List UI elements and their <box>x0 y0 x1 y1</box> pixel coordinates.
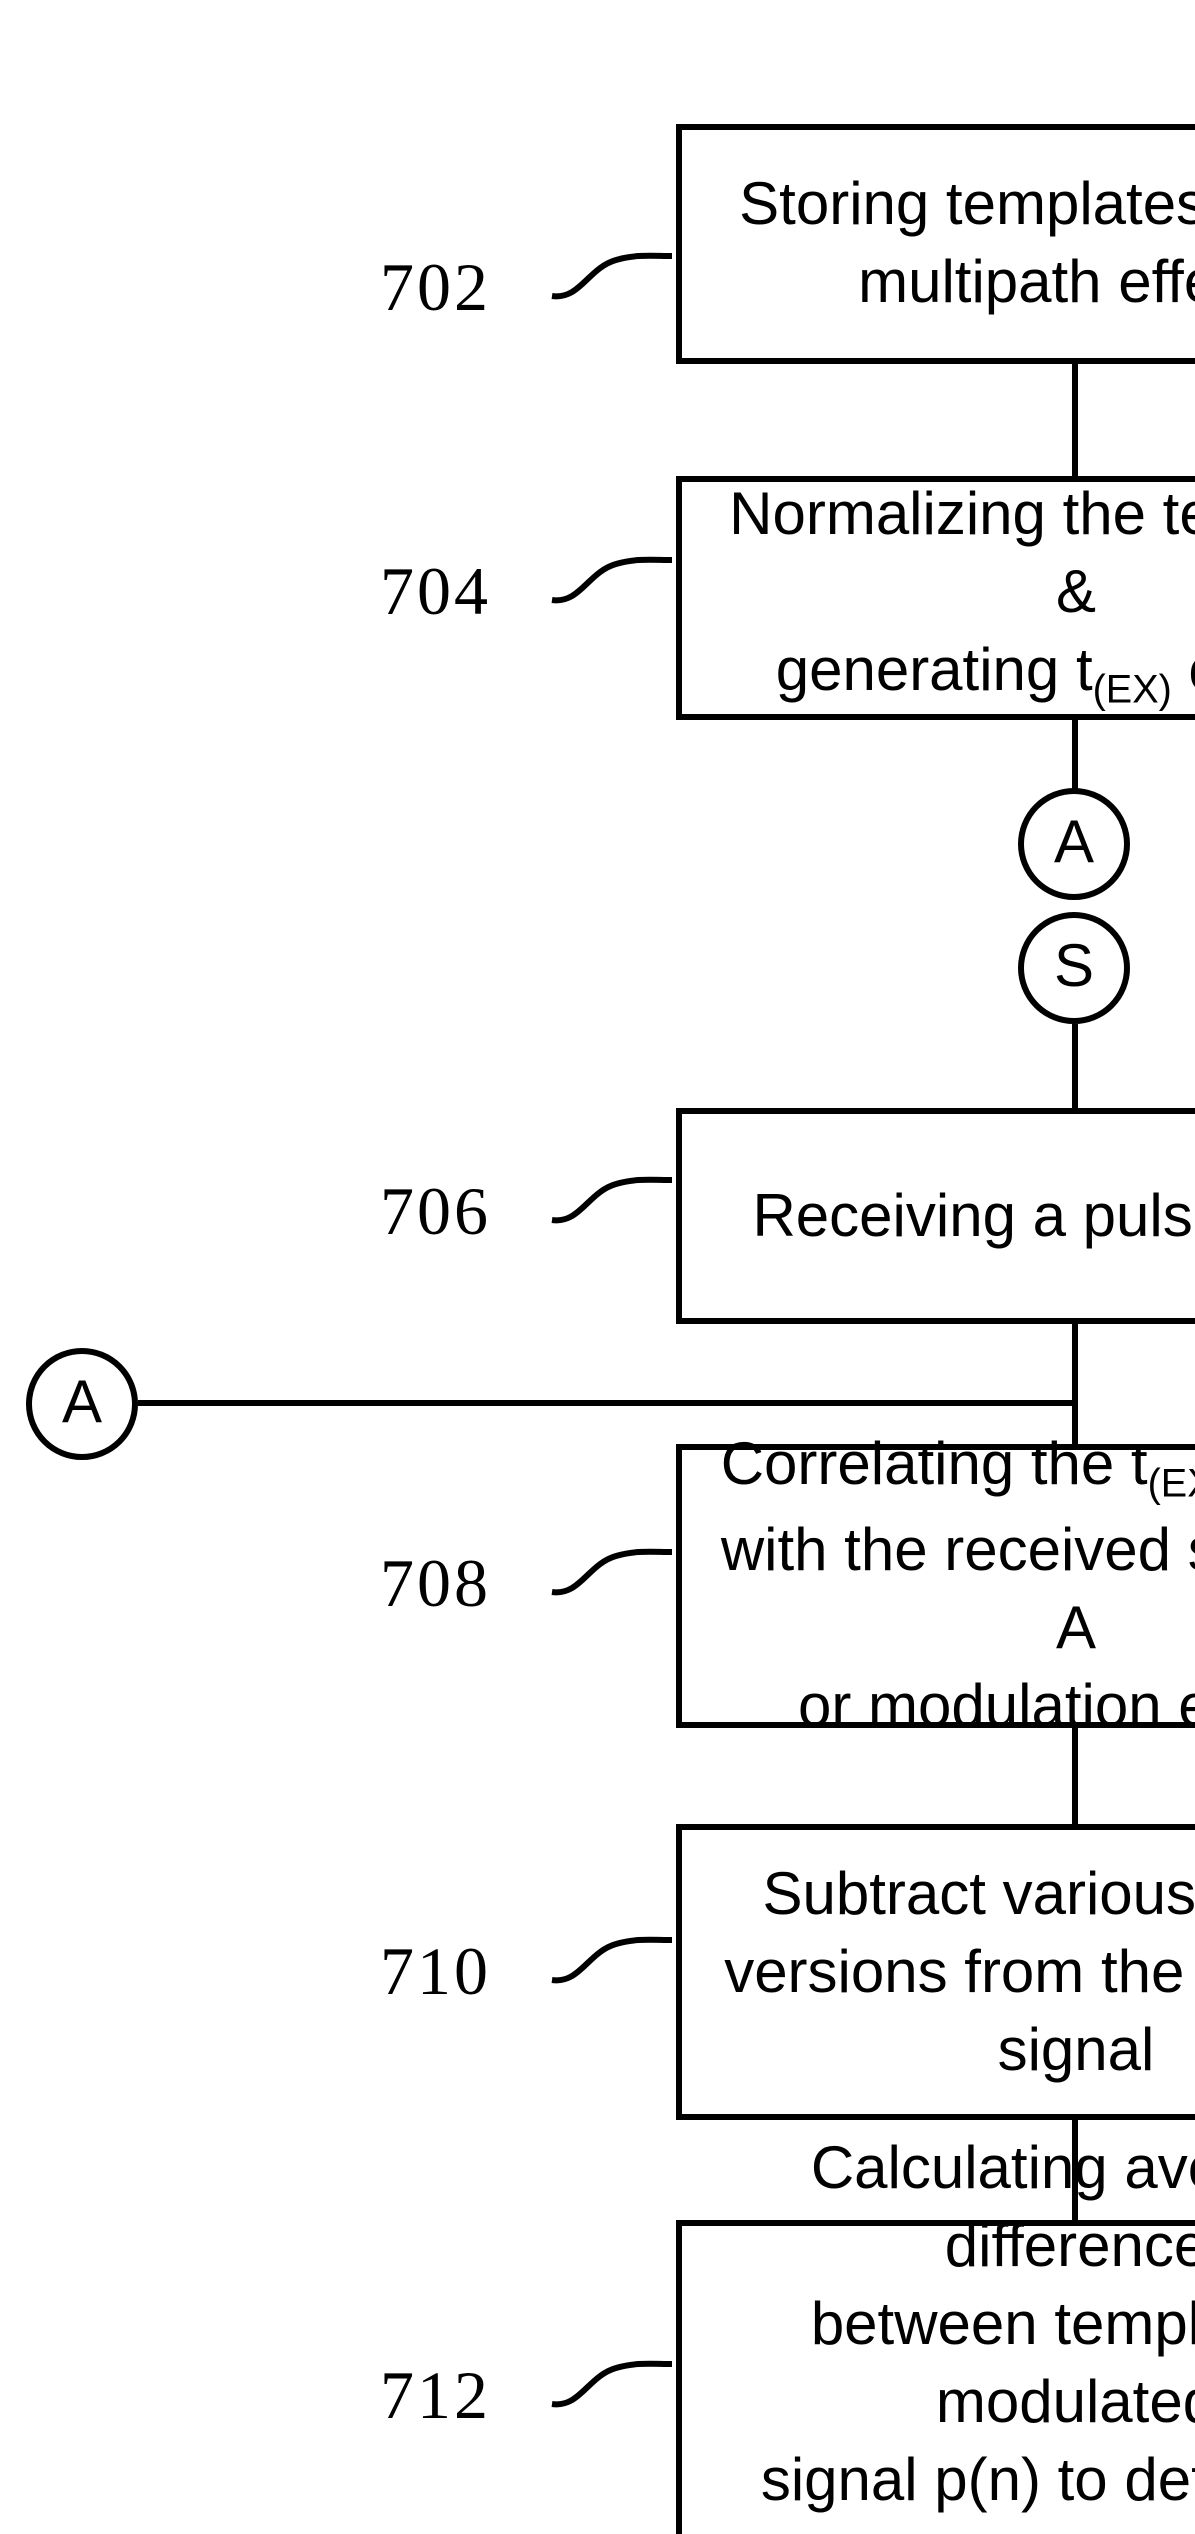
offpage-connector-a-in-label: A <box>61 1370 102 1436</box>
leader-line-708 <box>551 1548 673 1596</box>
process-box-712-text: Calculating average difference between t… <box>760 2135 1195 2534</box>
offpage-connector-a-out[interactable]: A <box>1018 788 1130 900</box>
offpage-connector-a-out-label: A <box>1053 810 1094 876</box>
leader-line-702 <box>551 252 673 300</box>
connector-offpage-a-to-708 <box>138 1400 1078 1406</box>
leader-line-706 <box>551 1176 673 1224</box>
offpage-connector-a-in[interactable]: A <box>26 1348 138 1460</box>
leader-line-710 <box>551 1936 673 1984</box>
patent-flowchart-figure: 700 Storing templates without multipath … <box>0 0 1195 2534</box>
process-box-708-text-c: with the received signal for A or modula… <box>720 1518 1195 1741</box>
step-label-704: 704 <box>380 556 491 630</box>
process-box-706[interactable]: Receiving a pulse signal <box>676 1108 1195 1324</box>
process-box-708-sub-ex: (EX) <box>1147 1462 1195 1507</box>
leader-line-704 <box>551 556 673 604</box>
process-box-704-sub-ex: (EX) <box>1092 669 1172 714</box>
process-box-704[interactable]: Normalizing the templates & generating t… <box>676 476 1195 720</box>
offpage-connector-s-in-label: S <box>1053 934 1094 1000</box>
process-box-706-text: Receiving a pulse signal <box>752 1183 1195 1249</box>
step-label-706: 706 <box>380 1176 491 1250</box>
step-label-712: 712 <box>380 2360 491 2434</box>
step-label-702: 702 <box>380 252 491 326</box>
connector-708-to-710 <box>1072 1728 1078 1824</box>
process-box-708-text-a: Correlating the t <box>720 1431 1148 1498</box>
connector-offpage-s-to-706 <box>1072 1024 1078 1108</box>
connector-702-to-704 <box>1072 364 1078 476</box>
process-box-710-text: Subtract various shifted versions from t… <box>724 1861 1195 2083</box>
process-box-708-text: Correlating the t(EX) or t(BAL) with the… <box>682 1426 1195 1746</box>
process-box-708[interactable]: Correlating the t(EX) or t(BAL) with the… <box>676 1432 1195 1735</box>
step-label-708: 708 <box>380 1548 491 1622</box>
connector-704-to-offpage-a <box>1072 720 1078 790</box>
process-box-704-text-b: or t <box>1172 639 1195 705</box>
process-box-710[interactable]: Subtract various shifted versions from t… <box>676 1824 1195 2120</box>
leader-line-712 <box>551 2360 673 2408</box>
step-label-710: 710 <box>380 1936 491 2010</box>
process-box-702-text: Storing templates without multipath effe… <box>739 172 1195 316</box>
process-box-704-text: Normalizing the templates & generating t… <box>682 477 1195 719</box>
offpage-connector-s-in[interactable]: S <box>1018 912 1130 1024</box>
process-box-712[interactable]: Calculating average difference between t… <box>676 2135 1195 2534</box>
process-box-702[interactable]: Storing templates without multipath effe… <box>676 124 1195 364</box>
